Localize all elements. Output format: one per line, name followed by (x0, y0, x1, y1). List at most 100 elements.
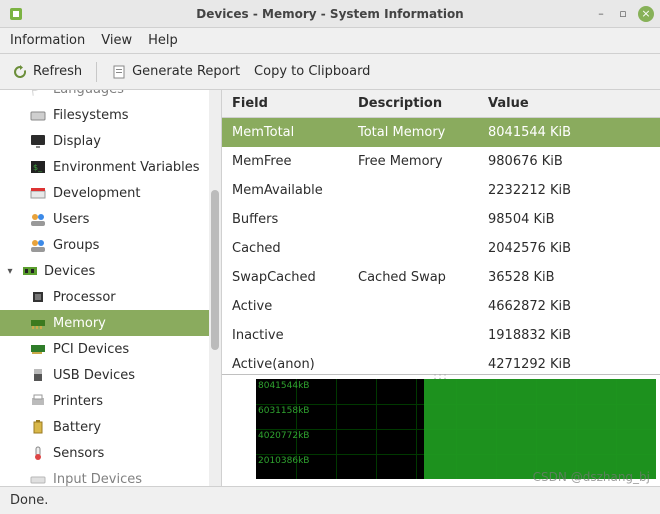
sidebar-group-label: Devices (44, 264, 95, 279)
sidebar-item-display[interactable]: Display (0, 128, 221, 154)
sidebar-item-development[interactable]: Development (0, 180, 221, 206)
cell-value: 1918832 KiB (488, 328, 660, 343)
table-row[interactable]: MemTotalTotal Memory8041544 KiB (222, 118, 660, 147)
refresh-button[interactable]: Refresh (12, 64, 82, 80)
sidebar-item-printers[interactable]: Printers (0, 388, 221, 414)
sidebar-item-filesystems[interactable]: Filesystems (0, 102, 221, 128)
sidebar-group-devices[interactable]: ▾ Devices (0, 258, 221, 284)
printers-icon (30, 393, 46, 409)
cell-value: 980676 KiB (488, 154, 660, 169)
cell-field: Inactive (222, 328, 358, 343)
memory-icon (30, 315, 46, 331)
sidebar-item-sensors[interactable]: Sensors (0, 440, 221, 466)
cell-field: Buffers (222, 212, 358, 227)
sidebar-item-env-vars[interactable]: $_ Environment Variables (0, 154, 221, 180)
scrollbar-thumb[interactable] (211, 190, 219, 350)
sidebar-item-cut[interactable]: 🏳️ Languages (0, 90, 221, 102)
cell-field: SwapCached (222, 270, 358, 285)
report-icon (111, 64, 127, 80)
copy-clipboard-button[interactable]: Copy to Clipboard (254, 64, 370, 79)
maximize-button[interactable]: ▫ (616, 7, 630, 21)
toolbar-separator (96, 62, 97, 82)
sidebar-item-processor[interactable]: Processor (0, 284, 221, 310)
sidebar-item-battery[interactable]: Battery (0, 414, 221, 440)
cell-field: Active (222, 299, 358, 314)
groups-icon (30, 237, 46, 253)
sidebar-item-label: PCI Devices (53, 342, 129, 357)
table-body: MemTotalTotal Memory8041544 KiBMemFreeFr… (222, 118, 660, 374)
sidebar-item-label: Development (53, 186, 141, 201)
copy-clipboard-label: Copy to Clipboard (254, 64, 370, 79)
cell-value: 2232212 KiB (488, 183, 660, 198)
generate-report-button[interactable]: Generate Report (111, 64, 240, 80)
header-value[interactable]: Value (488, 96, 660, 111)
table-header: Field Description Value (222, 90, 660, 118)
cell-value: 4271292 KiB (488, 357, 660, 372)
devices-icon (22, 263, 38, 279)
sidebar-item-groups[interactable]: Groups (0, 232, 221, 258)
sidebar-item-label: Filesystems (53, 108, 129, 123)
sidebar[interactable]: 🏳️ Languages Filesystems Display $_ Envi… (0, 90, 222, 486)
sidebar-item-pci[interactable]: PCI Devices (0, 336, 221, 362)
header-description[interactable]: Description (358, 96, 488, 111)
graph-y-tick: 8041544kB (258, 381, 309, 391)
menubar: Information View Help (0, 28, 660, 54)
table-row[interactable]: Active 4662872 KiB (222, 292, 660, 321)
memory-table[interactable]: Field Description Value MemTotalTotal Me… (222, 90, 660, 374)
sidebar-item-label: Sensors (53, 446, 104, 461)
table-row[interactable]: MemFreeFree Memory980676 KiB (222, 147, 660, 176)
table-row[interactable]: SwapCachedCached Swap36528 KiB (222, 263, 660, 292)
window-title: Devices - Memory - System Information (196, 7, 463, 21)
statusbar: Done. (0, 486, 660, 514)
processor-icon (30, 289, 46, 305)
expand-icon[interactable]: ▾ (4, 266, 16, 277)
sidebar-item-label: Input Devices (53, 472, 142, 487)
sidebar-item-users[interactable]: Users (0, 206, 221, 232)
cell-field: MemTotal (222, 125, 358, 140)
cell-field: MemFree (222, 154, 358, 169)
table-row[interactable]: Buffers 98504 KiB (222, 205, 660, 234)
graph-y-tick: 2010386kB (258, 456, 309, 466)
sidebar-item-label: Languages (53, 90, 124, 97)
cell-value: 8041544 KiB (488, 125, 660, 140)
cell-description: Total Memory (358, 125, 488, 140)
menu-help[interactable]: Help (148, 33, 178, 48)
app-icon (8, 6, 24, 22)
table-row[interactable]: MemAvailable 2232212 KiB (222, 176, 660, 205)
cell-value: 36528 KiB (488, 270, 660, 285)
sensors-icon (30, 445, 46, 461)
header-field[interactable]: Field (222, 96, 358, 111)
minimize-button[interactable]: – (594, 7, 608, 21)
cell-value: 4662872 KiB (488, 299, 660, 314)
env-vars-icon: $_ (30, 159, 46, 175)
filesystems-icon (30, 107, 46, 123)
cell-field: MemAvailable (222, 183, 358, 198)
table-row[interactable]: Active(anon)4271292 KiB (222, 350, 660, 374)
table-row[interactable]: Cached2042576 KiB (222, 234, 660, 263)
sidebar-item-input-devices[interactable]: Input Devices (0, 466, 221, 486)
watermark: CSDN @dszhang_bj (533, 470, 650, 484)
sidebar-item-label: Display (53, 134, 101, 149)
display-icon (30, 133, 46, 149)
cell-description: Cached Swap (358, 270, 488, 285)
battery-icon (30, 419, 46, 435)
svg-text:$_: $_ (33, 163, 43, 172)
menu-view[interactable]: View (101, 33, 132, 48)
refresh-icon (12, 64, 28, 80)
sidebar-item-label: Environment Variables (53, 160, 200, 175)
sidebar-item-label: Memory (53, 316, 106, 331)
window-controls: – ▫ × (594, 6, 654, 22)
development-icon (30, 185, 46, 201)
sidebar-item-memory[interactable]: Memory (0, 310, 221, 336)
languages-icon: 🏳️ (30, 90, 46, 97)
memory-graph: 8041544kB6031158kB4020772kB2010386kB (256, 379, 656, 479)
sidebar-item-usb[interactable]: USB Devices (0, 362, 221, 388)
usb-icon (30, 367, 46, 383)
sidebar-scrollbar[interactable] (209, 90, 221, 486)
graph-y-tick: 6031158kB (258, 406, 309, 416)
cell-value: 98504 KiB (488, 212, 660, 227)
table-row[interactable]: Inactive 1918832 KiB (222, 321, 660, 350)
sidebar-item-label: Groups (53, 238, 99, 253)
close-button[interactable]: × (638, 6, 654, 22)
menu-information[interactable]: Information (10, 33, 85, 48)
